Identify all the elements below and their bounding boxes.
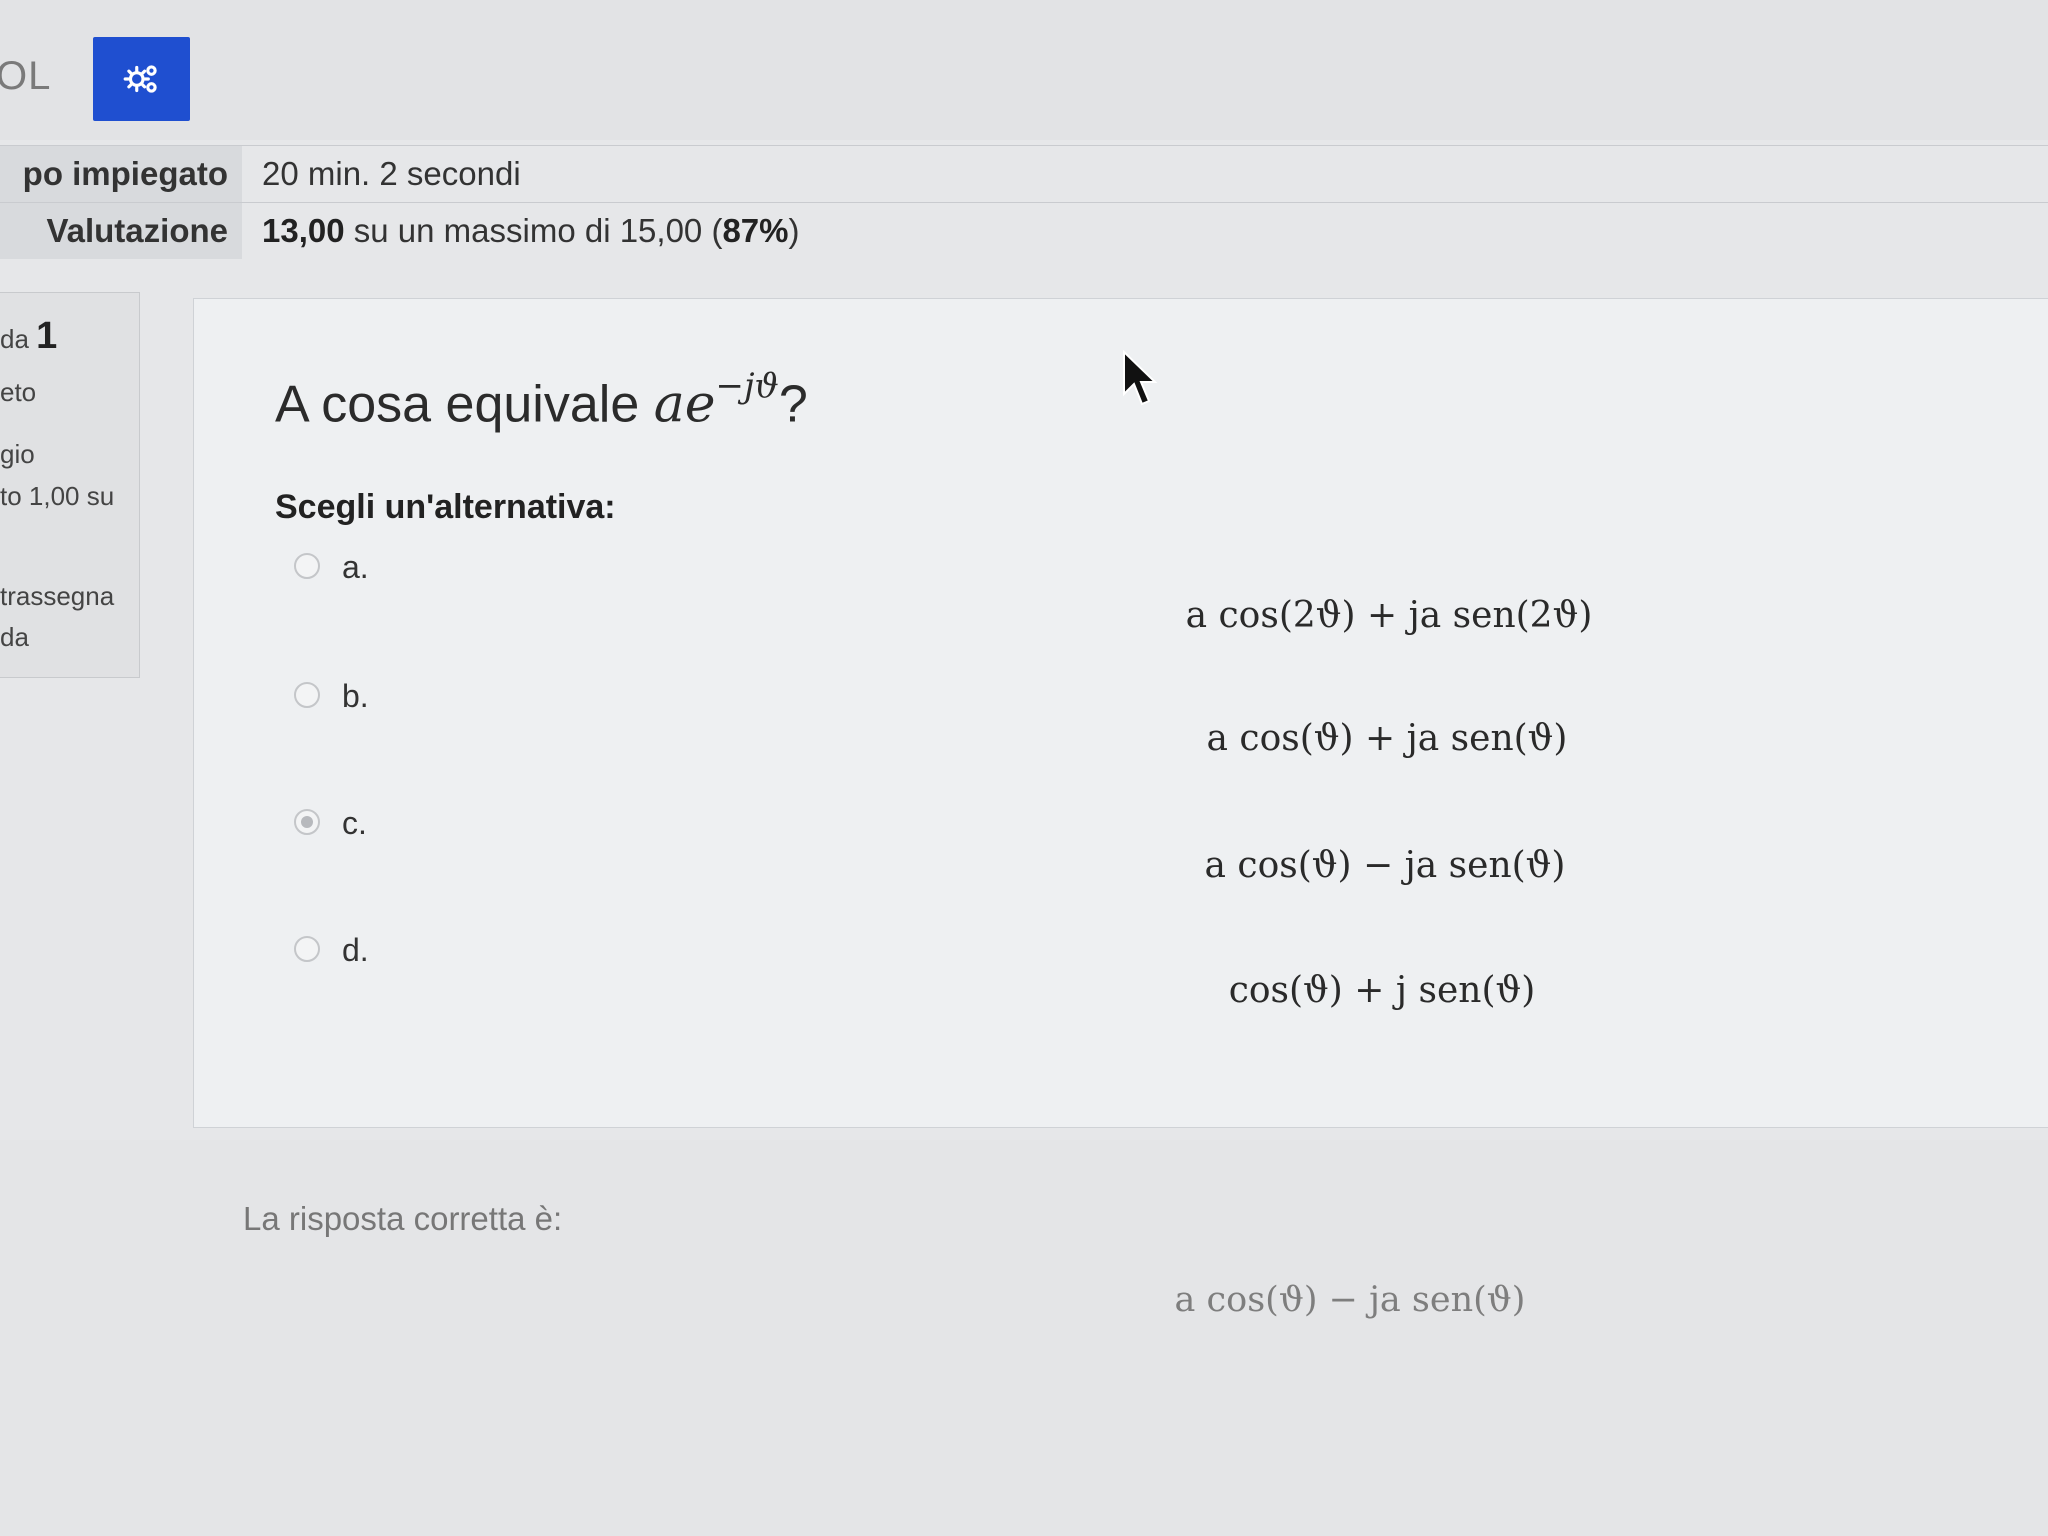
time-taken-row: po impiegato 20 min. 2 secondi	[0, 145, 2048, 202]
grade-heading: gio	[0, 439, 35, 469]
option-c-formula: a cos(ϑ) − ja sen(ϑ)	[1204, 845, 1566, 886]
time-taken-value: 20 min. 2 secondi	[262, 155, 521, 192]
option-b[interactable]: b. a cos(ϑ) + ja sen(ϑ)	[290, 678, 1690, 792]
attempt-summary-table: po impiegato 20 min. 2 secondi Valutazio…	[0, 145, 2048, 259]
option-d-letter: d.	[342, 932, 369, 968]
mouse-pointer-icon	[1123, 350, 1158, 406]
option-d-radio[interactable]	[294, 936, 320, 962]
question-math-exponent: −jϑ	[715, 366, 779, 406]
question-text: A cosa equivale ae−jϑ?	[275, 366, 808, 435]
option-b-radio[interactable]	[294, 682, 320, 708]
flag-question-link-line1[interactable]: trassegna	[0, 581, 114, 612]
answer-prompt: Scegli un'alternativa:	[275, 488, 616, 526]
settings-button[interactable]	[93, 37, 190, 121]
option-b-letter: b.	[342, 678, 369, 714]
time-taken-label: po impiegato	[0, 146, 242, 202]
option-c-radio[interactable]	[294, 809, 320, 835]
grade-percent: 87%	[722, 212, 789, 249]
option-c[interactable]: c. a cos(ϑ) − ja sen(ϑ)	[290, 805, 1690, 919]
question-text-end: ?	[778, 375, 808, 434]
question-status: eto	[0, 377, 37, 407]
question-number-line: da 1	[0, 315, 57, 358]
gears-icon	[123, 65, 157, 93]
grade-close-paren: )	[788, 212, 800, 249]
question-prefix: da	[0, 324, 29, 354]
question-info-box: da 1 eto gio to 1,00 su trassegna da	[0, 292, 140, 678]
option-a-radio[interactable]	[294, 553, 320, 579]
grade-middle-text: su un massimo di 15,00 (	[344, 212, 723, 249]
correct-answer-label: La risposta corretta è:	[243, 1200, 563, 1237]
correct-answer-formula: a cos(ϑ) − ja sen(ϑ)	[1174, 1280, 1526, 1320]
option-d-formula: cos(ϑ) + j sen(ϑ)	[1228, 970, 1536, 1011]
quiz-review-page: OL po impiegato 20 min. 2 secondi Valuta…	[0, 0, 2048, 1536]
question-text-start: A cosa equivale	[275, 375, 654, 434]
question-grade-text: to 1,00 su	[0, 481, 115, 511]
question-number: 1	[36, 315, 58, 357]
question-math-base: ae	[653, 374, 716, 435]
grade-value: 13,00 su un massimo di 15,00 ( 87% )	[262, 203, 800, 259]
option-a-formula: a cos(2ϑ) + ja sen(2ϑ)	[1185, 595, 1593, 636]
top-bar: OL	[0, 0, 2048, 140]
grade-row: Valutazione 13,00 su un massimo di 15,00…	[0, 202, 2048, 259]
grade-score: 13,00	[262, 212, 345, 249]
brand-text: OL	[0, 54, 52, 98]
grade-label: Valutazione	[0, 203, 242, 259]
option-c-letter: c.	[342, 805, 367, 841]
option-b-formula: a cos(ϑ) + ja sen(ϑ)	[1206, 718, 1568, 759]
option-a[interactable]: a. a cos(2ϑ) + ja sen(2ϑ)	[290, 549, 1690, 663]
flag-question-link-line2[interactable]: da	[0, 622, 29, 653]
option-d[interactable]: d. cos(ϑ) + j sen(ϑ)	[290, 932, 1690, 1046]
option-a-letter: a.	[342, 549, 369, 585]
